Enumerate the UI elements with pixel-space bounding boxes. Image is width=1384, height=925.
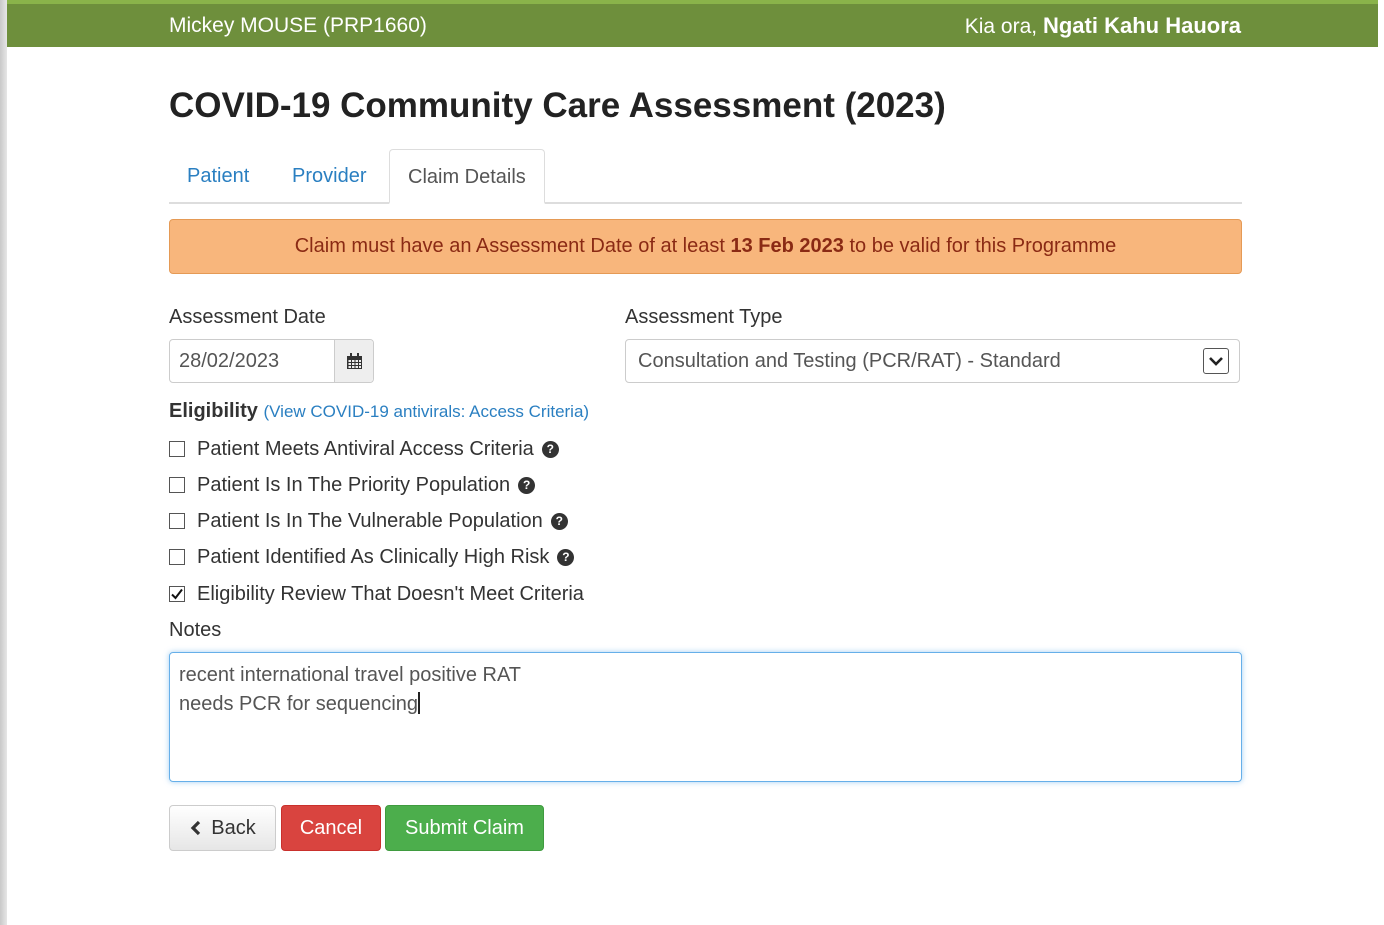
greeting-text: Kia ora, bbox=[964, 15, 1038, 38]
check-vulnerable-population[interactable]: Patient Is In The Vulnerable Population … bbox=[169, 506, 568, 536]
question-circle-icon[interactable]: ? bbox=[518, 476, 536, 494]
text-caret bbox=[418, 692, 421, 714]
greeting: Kia ora, Ngati Kahu Hauora bbox=[965, 13, 1241, 39]
submit-label: Submit Claim bbox=[405, 816, 524, 839]
patient-name: Mickey MOUSE (PRP1660) bbox=[169, 14, 427, 37]
calendar-icon bbox=[346, 352, 362, 369]
check-clinically-high-risk[interactable]: Patient Identified As Clinically High Ri… bbox=[169, 542, 575, 572]
page-title: COVID-19 Community Care Assessment (2023… bbox=[169, 86, 946, 125]
notes-textarea[interactable]: recent international travel positive RAT… bbox=[169, 652, 1242, 782]
check-antiviral-criteria[interactable]: Patient Meets Antiviral Access Criteria … bbox=[169, 434, 559, 464]
assessment-date-group bbox=[169, 339, 374, 383]
checkbox[interactable] bbox=[169, 477, 185, 493]
top-header-bar: Mickey MOUSE (PRP1660) Kia ora, Ngati Ka… bbox=[7, 0, 1378, 47]
assessment-type-value: Consultation and Testing (PCR/RAT) - Sta… bbox=[638, 350, 1061, 372]
cancel-button[interactable]: Cancel bbox=[281, 805, 381, 851]
submit-claim-button[interactable]: Submit Claim bbox=[385, 805, 544, 851]
eligibility-heading: Eligibility (View COVID-19 antivirals: A… bbox=[169, 400, 589, 423]
warning-alert: Claim must have an Assessment Date of at… bbox=[169, 219, 1242, 274]
back-button[interactable]: Back bbox=[169, 805, 276, 851]
tab-claim-details[interactable]: Claim Details bbox=[389, 149, 545, 204]
checkbox[interactable] bbox=[169, 441, 185, 457]
check-label: Patient Is In The Priority Population bbox=[197, 473, 511, 496]
assessment-type-label: Assessment Type bbox=[625, 306, 783, 328]
alert-prefix: Claim must have an Assessment Date of at… bbox=[294, 235, 731, 257]
check-eligibility-review[interactable]: Eligibility Review That Doesn't Meet Cri… bbox=[169, 579, 584, 609]
checkbox-checked[interactable] bbox=[169, 586, 185, 602]
checkbox[interactable] bbox=[169, 549, 185, 565]
chevron-left-icon bbox=[191, 820, 201, 836]
notes-line-2-text: needs PCR for sequencing bbox=[179, 693, 419, 715]
notes-line-2: needs PCR for sequencing bbox=[179, 690, 1232, 719]
alert-suffix: to be valid for this Programme bbox=[843, 235, 1117, 257]
check-label: Patient Meets Antiviral Access Criteria bbox=[197, 437, 534, 460]
checkmark-icon bbox=[171, 588, 183, 600]
check-label: Patient Identified As Clinically High Ri… bbox=[197, 545, 550, 568]
question-circle-icon[interactable]: ? bbox=[550, 512, 568, 530]
chevron-down-icon bbox=[1203, 348, 1229, 374]
question-circle-icon[interactable]: ? bbox=[541, 440, 559, 458]
assessment-type-select[interactable]: Consultation and Testing (PCR/RAT) - Sta… bbox=[625, 339, 1240, 383]
eligibility-title: Eligibility bbox=[169, 400, 258, 422]
alert-date: 13 Feb 2023 bbox=[730, 235, 844, 257]
notes-label: Notes bbox=[169, 619, 222, 641]
organisation-name: Ngati Kahu Hauora bbox=[1042, 13, 1241, 38]
window-left-edge bbox=[0, 0, 7, 925]
notes-line-1: recent international travel positive RAT bbox=[179, 664, 522, 686]
calendar-button[interactable] bbox=[334, 340, 373, 382]
tab-patient[interactable]: Patient bbox=[169, 149, 267, 204]
antiviral-criteria-link[interactable]: (View COVID-19 antivirals: Access Criter… bbox=[263, 402, 589, 421]
back-label: Back bbox=[211, 816, 256, 839]
tab-bar: Patient Provider Claim Details bbox=[169, 149, 1242, 204]
assessment-date-input[interactable] bbox=[170, 340, 334, 382]
check-priority-population[interactable]: Patient Is In The Priority Population ? bbox=[169, 470, 536, 500]
check-label: Eligibility Review That Doesn't Meet Cri… bbox=[197, 582, 584, 605]
question-circle-icon[interactable]: ? bbox=[557, 548, 575, 566]
assessment-date-label: Assessment Date bbox=[169, 306, 326, 328]
tab-provider[interactable]: Provider bbox=[274, 149, 384, 204]
check-label: Patient Is In The Vulnerable Population bbox=[197, 509, 543, 532]
cancel-label: Cancel bbox=[299, 816, 363, 839]
checkbox[interactable] bbox=[169, 513, 185, 529]
